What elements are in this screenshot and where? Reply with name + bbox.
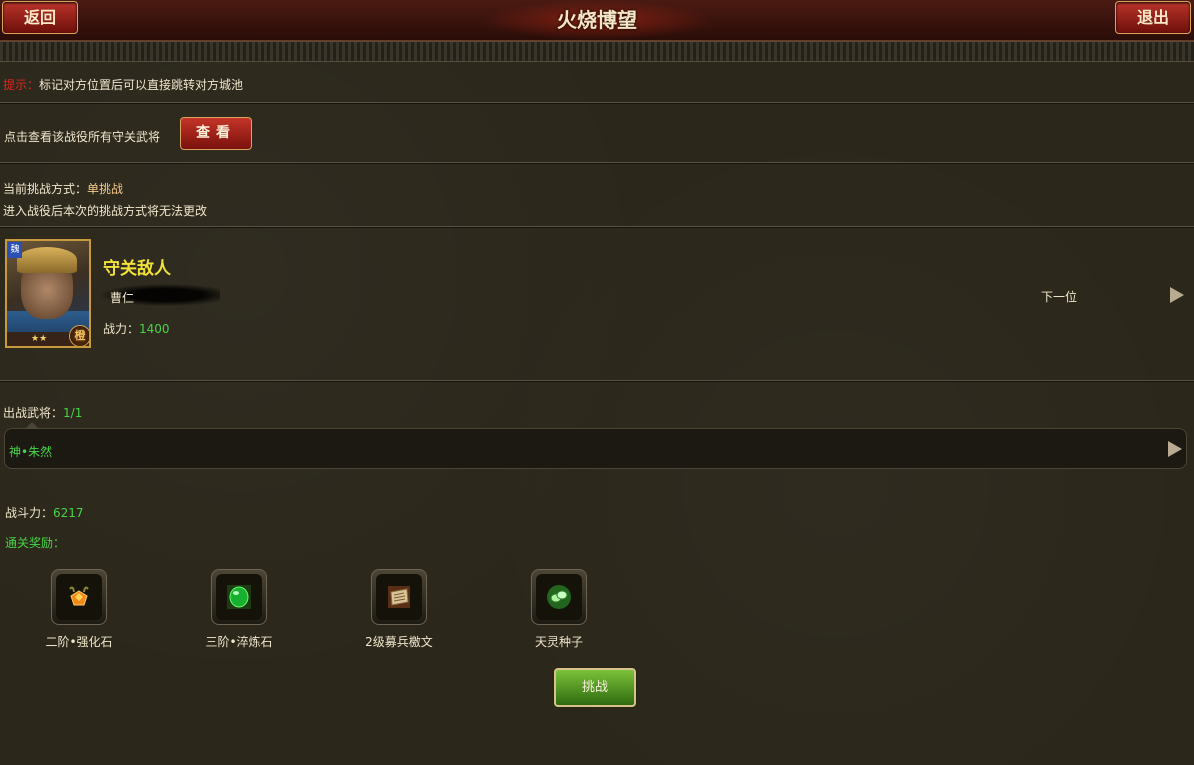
battle-power-line: 战斗力：6217 bbox=[5, 504, 84, 521]
reward-item[interactable]: 天灵种子 bbox=[519, 569, 599, 650]
view-button[interactable]: 查看 bbox=[180, 117, 252, 150]
top-header: 火烧博望 bbox=[0, 0, 1194, 41]
divider bbox=[0, 380, 1194, 381]
orange-stone-graphic bbox=[69, 586, 89, 606]
back-button[interactable]: 返回 bbox=[2, 1, 78, 34]
reward-slot bbox=[211, 569, 267, 625]
reward-item[interactable]: 二阶•强化石 bbox=[39, 569, 119, 650]
tip-line: 提示：标记对方位置后可以直接跳转对方城池 bbox=[3, 76, 243, 93]
reward-name: 三阶•淬炼石 bbox=[205, 635, 273, 649]
seed-graphic bbox=[547, 585, 571, 609]
reward-name: 天灵种子 bbox=[534, 635, 583, 649]
background bbox=[0, 62, 1194, 765]
next-arrow-icon[interactable] bbox=[1170, 287, 1184, 303]
enemy-title: 守关敌人 bbox=[103, 259, 171, 279]
enemy-portrait[interactable]: 魏 ★★ 橙 bbox=[5, 239, 91, 348]
scroll-icon bbox=[376, 574, 422, 620]
tip-text: 标记对方位置后可以直接跳转对方城池 bbox=[39, 78, 244, 92]
challenge-mode-label: 当前挑战方式： bbox=[3, 182, 88, 196]
exit-button[interactable]: 退出 bbox=[1115, 1, 1191, 34]
divider bbox=[0, 226, 1194, 227]
reward-item[interactable]: 三阶•淬炼石 bbox=[199, 569, 279, 650]
hero-count-line: 出战武将：1/1 bbox=[3, 404, 82, 421]
page-title: 火烧博望 bbox=[557, 8, 637, 32]
divider bbox=[0, 162, 1194, 163]
reward-name: 2级募兵檄文 bbox=[365, 635, 433, 649]
hero-count: 1/1 bbox=[63, 406, 83, 420]
battle-power-label: 战斗力： bbox=[5, 506, 54, 520]
portrait-helmet bbox=[17, 247, 77, 273]
decorative-border bbox=[0, 41, 1194, 62]
faction-badge: 魏 bbox=[8, 242, 22, 258]
reward-item[interactable]: 2级募兵檄文 bbox=[359, 569, 439, 650]
seed-icon bbox=[536, 574, 582, 620]
view-hint-text: 点击查看该战役所有守关武将 bbox=[4, 130, 161, 144]
challenge-mode-value: 单挑战 bbox=[87, 182, 124, 196]
tip-prefix: 提示： bbox=[3, 78, 40, 92]
rewards-label: 通关奖励： bbox=[5, 536, 66, 550]
divider bbox=[0, 102, 1194, 103]
challenge-button[interactable]: 挑战 bbox=[554, 668, 636, 707]
enemy-name: 曹仁 bbox=[110, 291, 135, 305]
orange-stone-icon bbox=[56, 574, 102, 620]
green-gem-icon bbox=[216, 574, 262, 620]
next-enemy-label[interactable]: 下一位 bbox=[1041, 288, 1077, 305]
reward-name: 二阶•强化石 bbox=[45, 635, 113, 649]
challenge-mode-line: 当前挑战方式：单挑战 bbox=[3, 180, 123, 197]
hero-selector[interactable]: 神•朱然 bbox=[4, 422, 1187, 469]
hero-name: 神•朱然 bbox=[9, 445, 53, 459]
challenge-mode-note: 进入战役后本次的挑战方式将无法更改 bbox=[3, 204, 208, 218]
enemy-power-value: 1400 bbox=[139, 322, 170, 336]
enemy-power-line: 战力：1400 bbox=[103, 320, 170, 337]
grade-badge: 橙 bbox=[69, 325, 89, 346]
battle-power-value: 6217 bbox=[53, 506, 84, 520]
hero-label: 出战武将： bbox=[3, 406, 64, 420]
reward-slot bbox=[371, 569, 427, 625]
reward-slot bbox=[531, 569, 587, 625]
enemy-power-label: 战力： bbox=[103, 322, 140, 336]
green-gem-graphic bbox=[227, 585, 251, 609]
hero-next-arrow-icon[interactable] bbox=[1168, 441, 1182, 457]
scroll-graphic bbox=[388, 586, 410, 608]
reward-slot bbox=[51, 569, 107, 625]
